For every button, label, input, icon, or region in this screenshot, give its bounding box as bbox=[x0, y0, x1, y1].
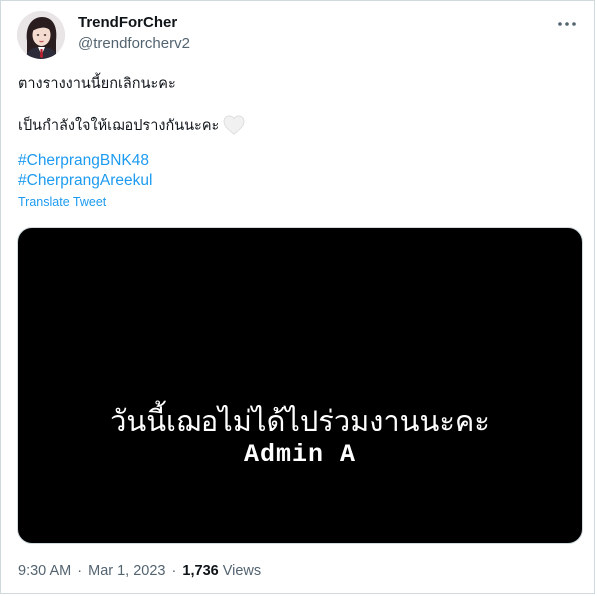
tweet-text-line-with-heart: เป็นกำลังใจให้เฌอปรางกันนะคะ bbox=[18, 114, 578, 136]
views-count[interactable]: 1,736 bbox=[182, 563, 218, 579]
author-display-name[interactable]: TrendForCher bbox=[78, 14, 190, 32]
views-label[interactable]: Views bbox=[223, 563, 261, 579]
author-info[interactable]: TrendForCher @trendforcherv2 bbox=[78, 14, 190, 54]
meta-separator: · bbox=[171, 563, 177, 579]
author-handle[interactable]: @trendforcherv2 bbox=[78, 34, 190, 54]
white-heart-icon bbox=[223, 114, 245, 135]
more-options-button[interactable] bbox=[552, 11, 582, 37]
media-caption-admin: Admin A bbox=[243, 440, 357, 469]
hashtag-link[interactable]: #CherprangAreekul bbox=[18, 171, 578, 191]
tweet-text: ตางรางงานนี้ยกเลิกนะคะ เป็นกำลังใจให้เฌอ… bbox=[18, 74, 578, 210]
tweet-card: TrendForCher @trendforcherv2 ตางรางงานนี… bbox=[0, 0, 595, 594]
media-caption-thai: วันนี้เฌอไม่ได้ไปร่วมงานนะคะ bbox=[110, 404, 490, 438]
avatar[interactable] bbox=[17, 11, 65, 59]
more-dots-icon bbox=[558, 22, 576, 26]
meta-separator: · bbox=[77, 563, 83, 579]
tweet-time[interactable]: 9:30 AM bbox=[18, 563, 71, 579]
tweet-text-line: ตางรางงานนี้ยกเลิกนะคะ bbox=[18, 76, 176, 92]
tweet-text-line: เป็นกำลังใจให้เฌอปรางกันนะคะ bbox=[18, 118, 220, 134]
hashtag-link[interactable]: #CherprangBNK48 bbox=[18, 151, 578, 171]
tweet-media[interactable]: วันนี้เฌอไม่ได้ไปร่วมงานนะคะ Admin A bbox=[17, 227, 583, 544]
tweet-meta: 9:30 AM · Mar 1, 2023 · 1,736 Views bbox=[18, 562, 261, 580]
translate-tweet-link[interactable]: Translate Tweet bbox=[18, 194, 578, 210]
tweet-date[interactable]: Mar 1, 2023 bbox=[88, 563, 165, 579]
